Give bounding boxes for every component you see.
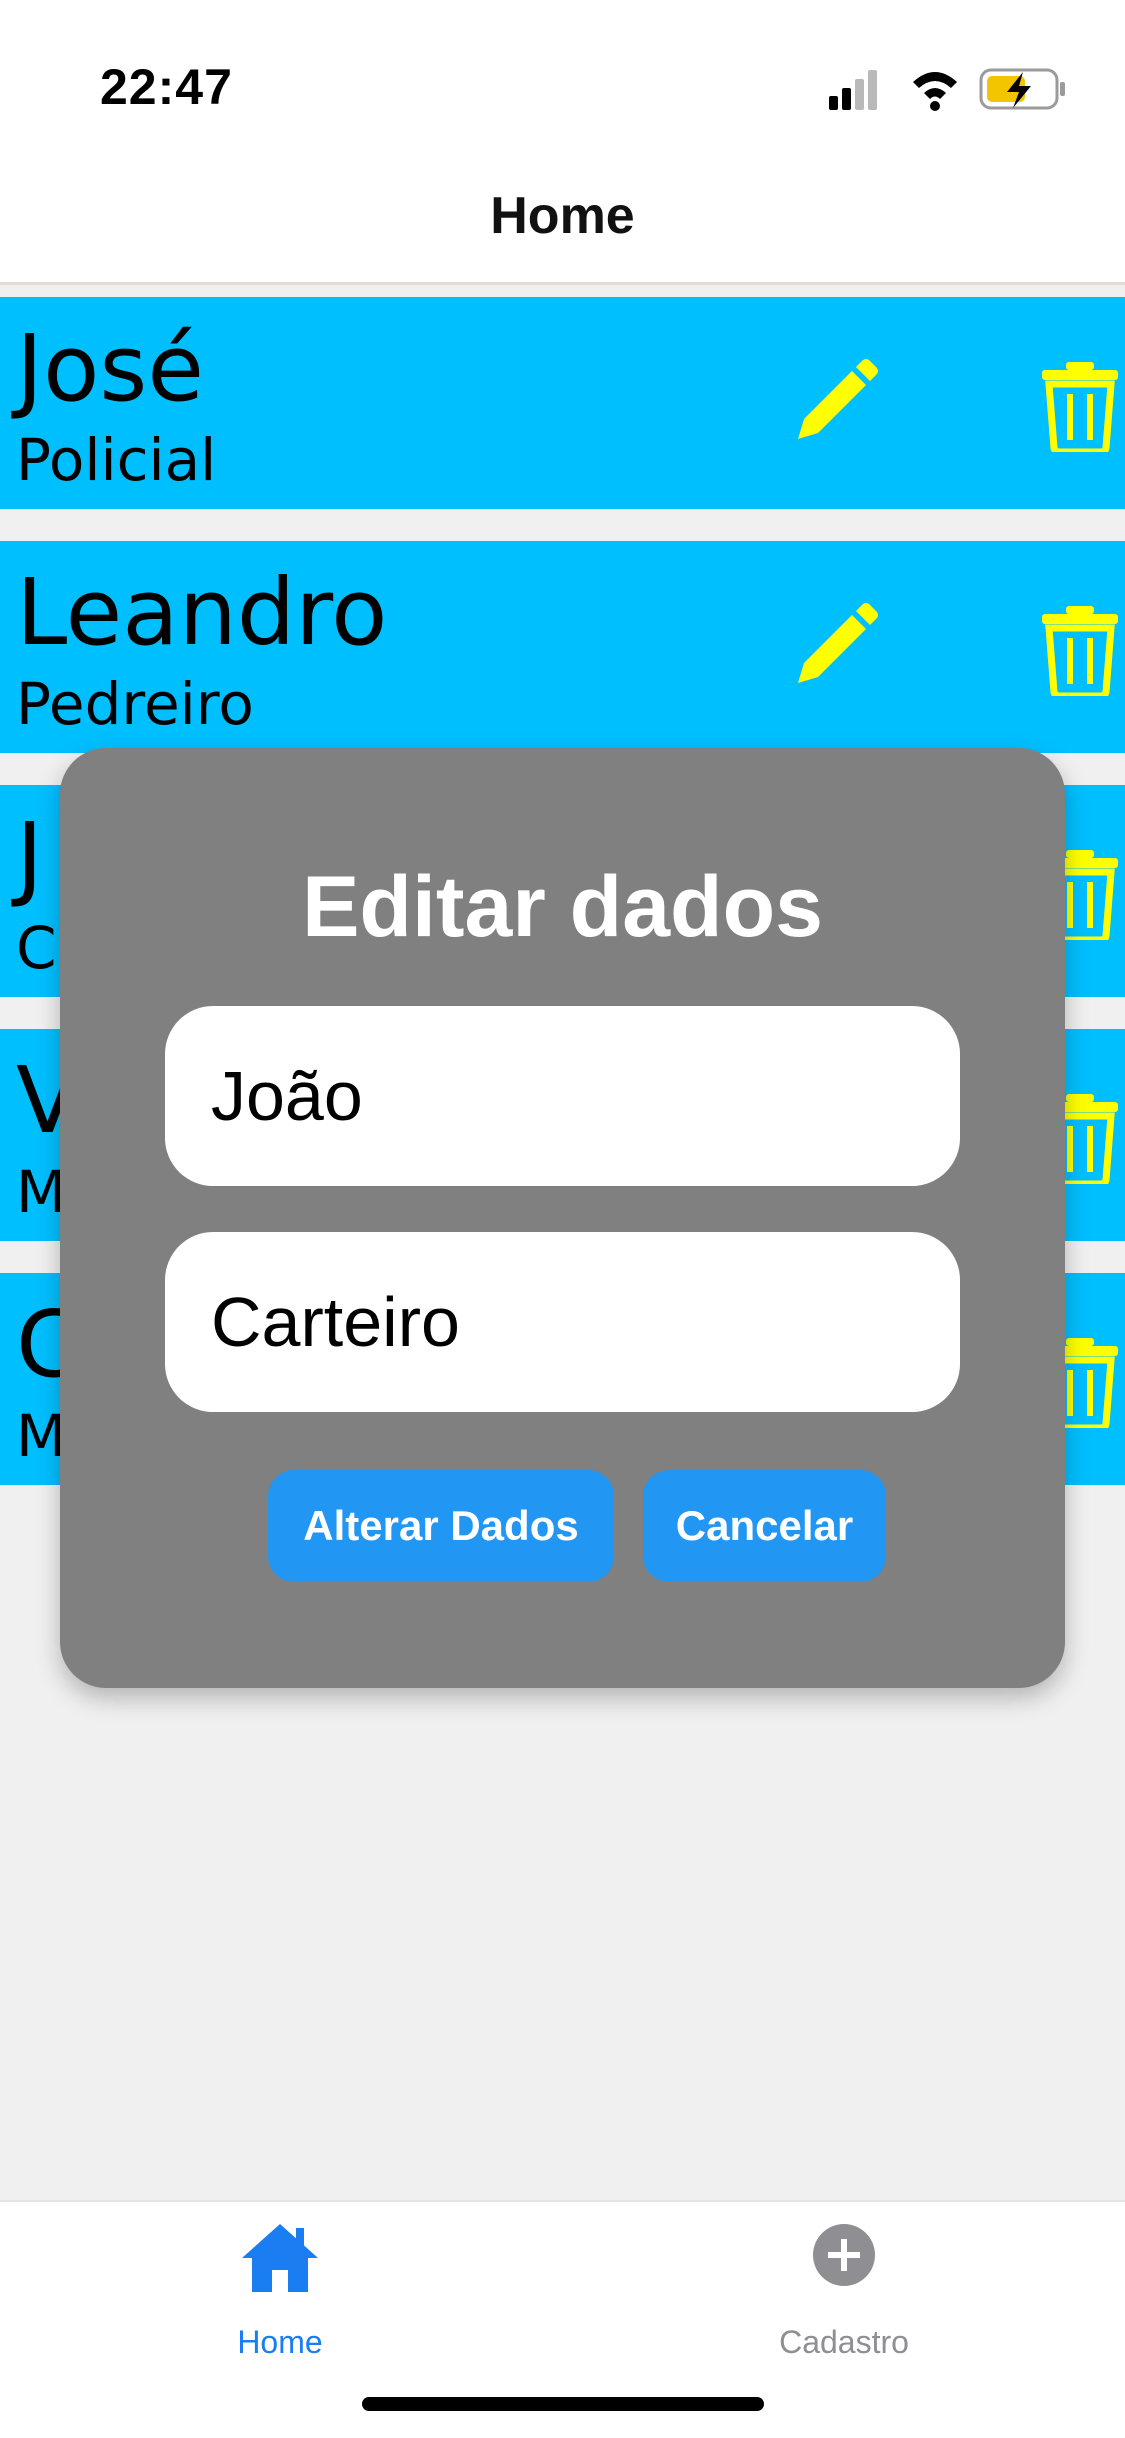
person-role: Pedreiro bbox=[16, 670, 254, 738]
pencil-icon bbox=[798, 603, 878, 683]
home-icon bbox=[242, 2224, 318, 2292]
person-role: M bbox=[16, 1402, 67, 1470]
person-name: José bbox=[16, 315, 204, 422]
person-role: Policial bbox=[16, 426, 217, 494]
name-field[interactable]: João bbox=[165, 1006, 960, 1186]
save-changes-button[interactable]: Alterar Dados bbox=[268, 1470, 614, 1582]
edit-button[interactable] bbox=[790, 601, 880, 691]
edit-button[interactable] bbox=[790, 357, 880, 447]
wifi-icon bbox=[913, 72, 957, 111]
pencil-icon bbox=[798, 359, 878, 439]
cellular-signal-icon bbox=[829, 70, 877, 110]
edit-modal: Editar dados João Carteiro Alterar Dados… bbox=[60, 748, 1065, 1688]
trash-icon bbox=[1042, 606, 1118, 700]
tab-home[interactable]: Home bbox=[130, 2202, 430, 2382]
nav-header: Home bbox=[0, 160, 1125, 285]
person-name: Leandro bbox=[16, 559, 388, 666]
tab-label-cadastro: Cadastro bbox=[779, 2324, 909, 2360]
person-card: Leandro Pedreiro bbox=[0, 541, 1125, 753]
home-indicator bbox=[362, 2397, 764, 2411]
role-field[interactable]: Carteiro bbox=[165, 1232, 960, 1412]
tab-cadastro[interactable]: Cadastro bbox=[694, 2202, 994, 2382]
tab-label-home: Home bbox=[237, 2324, 323, 2360]
status-time: 22:47 bbox=[100, 59, 233, 115]
person-card: José Policial bbox=[0, 297, 1125, 509]
page-title: Home bbox=[490, 187, 635, 245]
status-icons bbox=[829, 64, 1069, 114]
battery-charging-icon bbox=[979, 68, 1065, 110]
person-role: M bbox=[16, 1158, 67, 1226]
status-bar: 22:47 bbox=[0, 0, 1125, 160]
delete-button[interactable] bbox=[1040, 362, 1120, 456]
person-role: C bbox=[16, 914, 57, 982]
trash-icon bbox=[1042, 362, 1118, 456]
person-name: J bbox=[16, 803, 44, 910]
delete-button[interactable] bbox=[1040, 606, 1120, 700]
modal-title: Editar dados bbox=[302, 859, 823, 955]
cancel-button[interactable]: Cancelar bbox=[643, 1470, 886, 1582]
plus-circle-icon bbox=[813, 2224, 875, 2286]
